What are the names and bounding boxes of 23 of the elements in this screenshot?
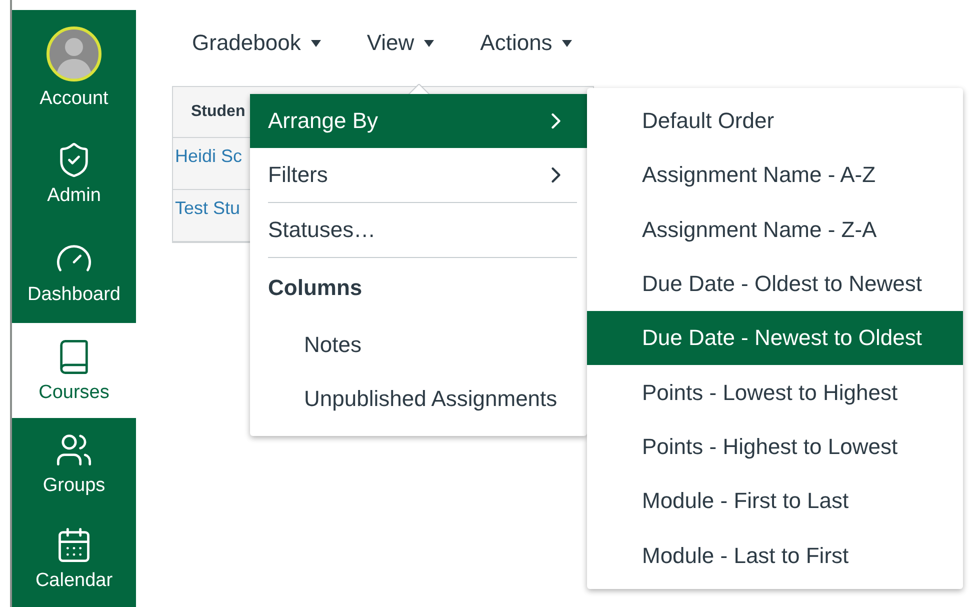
submenu-item[interactable]: Filters bbox=[250, 148, 587, 202]
caret-icon bbox=[562, 40, 572, 46]
menu-item[interactable]: Module - First to Last bbox=[587, 474, 963, 528]
menu-item[interactable]: Due Date - Oldest to Newest bbox=[587, 256, 963, 312]
caret-icon bbox=[424, 40, 434, 46]
menu-item[interactable]: Notes bbox=[250, 318, 587, 372]
menu-item[interactable]: Assignment Name - A-Z bbox=[587, 148, 963, 203]
menu-item[interactable]: Unpublished Assignments bbox=[250, 372, 587, 426]
caret-icon bbox=[310, 40, 321, 46]
submenu-item[interactable]: Arrange By bbox=[250, 94, 587, 148]
menu-item[interactable]: Points - Lowest to Highest bbox=[587, 365, 963, 420]
menu-item[interactable]: Due Date - Newest to Oldest bbox=[587, 311, 963, 366]
menu-item[interactable]: Assignment Name - Z-A bbox=[587, 202, 963, 257]
menu-button[interactable]: View bbox=[366, 30, 434, 56]
menu-button[interactable]: Gradebook bbox=[192, 30, 321, 56]
menu-button[interactable]: Actions bbox=[480, 30, 572, 56]
sidebar-item[interactable]: Courses bbox=[12, 323, 136, 418]
menu-item[interactable]: Default Order bbox=[587, 94, 963, 148]
menu-header: Columns bbox=[250, 258, 587, 318]
menu-item[interactable]: Points - Highest to Lowest bbox=[587, 420, 963, 474]
menu-item[interactable]: Statuses… bbox=[250, 203, 587, 257]
avatar-icon bbox=[46, 26, 102, 82]
menu-item[interactable]: Module - Last to First bbox=[587, 528, 963, 583]
